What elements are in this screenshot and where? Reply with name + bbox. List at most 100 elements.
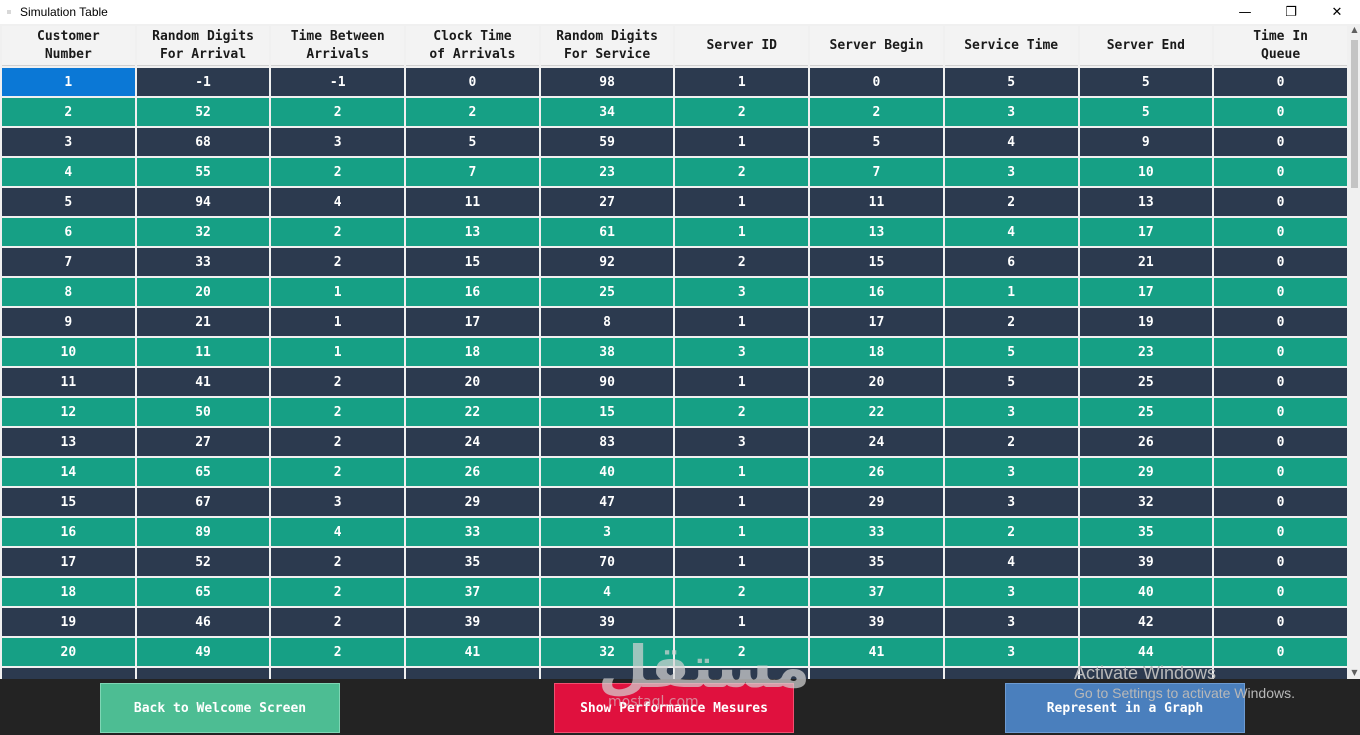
table-row[interactable]: 12 50 2 22 15 2 22 3 25 0 (2, 398, 1347, 426)
table-cell[interactable]: 11 (810, 188, 943, 216)
table-cell[interactable]: 44 (1079, 638, 1213, 666)
table-cell[interactable] (406, 668, 539, 679)
table-cell[interactable]: 16 (2, 518, 135, 546)
table-cell[interactable]: 1 (675, 368, 809, 396)
table-cell[interactable]: 2 (271, 368, 405, 396)
table-row[interactable]: 14 65 2 26 40 1 26 3 29 0 (2, 458, 1347, 486)
column-header[interactable]: Random Digits For Arrival (136, 26, 270, 66)
table-cell[interactable]: 2 (271, 98, 405, 126)
table-cell[interactable]: 2 (675, 398, 809, 426)
table-cell[interactable]: 5 (944, 338, 1078, 366)
table-cell[interactable]: 13 (2, 428, 135, 456)
table-cell[interactable]: 2 (944, 308, 1078, 336)
table-cell[interactable]: 9 (2, 308, 135, 336)
table-cell[interactable]: 17 (1079, 218, 1213, 246)
table-row[interactable]: 2 52 2 2 34 2 2 3 5 0 (2, 98, 1347, 126)
table-cell[interactable]: 1 (675, 188, 809, 216)
represent-graph-button[interactable]: Represent in a Graph (1005, 683, 1245, 733)
table-cell[interactable]: 1 (944, 278, 1078, 306)
table-cell[interactable]: 0 (1214, 548, 1347, 576)
table-cell[interactable]: 0 (1214, 308, 1347, 336)
table-cell[interactable]: 7 (810, 158, 943, 186)
table-row[interactable]: 9 21 1 17 8 1 17 2 19 0 (2, 308, 1347, 336)
table-cell[interactable]: 8 (540, 308, 674, 336)
table-cell[interactable] (810, 668, 943, 679)
table-cell[interactable]: 2 (675, 158, 809, 186)
table-cell[interactable]: 1 (675, 218, 809, 246)
table-cell[interactable]: 4 (944, 218, 1078, 246)
table-cell[interactable]: 3 (944, 578, 1078, 606)
table-cell[interactable]: 25 (1079, 368, 1213, 396)
table-cell[interactable]: 2 (271, 578, 405, 606)
table-cell[interactable] (1079, 668, 1213, 679)
table-cell[interactable]: 3 (944, 158, 1078, 186)
table-cell[interactable]: 0 (406, 68, 539, 96)
table-row[interactable]: 18 65 2 37 4 2 37 3 40 0 (2, 578, 1347, 606)
minimize-button[interactable]: — (1222, 0, 1268, 24)
table-cell[interactable]: 2 (271, 218, 405, 246)
table-cell[interactable]: 1 (675, 608, 809, 636)
table-cell[interactable]: 0 (1214, 638, 1347, 666)
table-cell[interactable]: 5 (1079, 68, 1213, 96)
table-cell[interactable]: 24 (406, 428, 539, 456)
table-row[interactable]: 19 46 2 39 39 1 39 3 42 0 (2, 608, 1347, 636)
table-cell[interactable]: 3 (675, 338, 809, 366)
table-cell[interactable]: 0 (1214, 488, 1347, 516)
table-cell[interactable]: 3 (2, 128, 135, 156)
table-cell[interactable]: 61 (540, 218, 674, 246)
table-cell[interactable]: 2 (271, 608, 405, 636)
table-cell[interactable]: 0 (1214, 278, 1347, 306)
column-header[interactable]: Clock Time of Arrivals (406, 26, 539, 66)
table-cell[interactable]: 34 (540, 98, 674, 126)
table-cell[interactable]: 13 (810, 218, 943, 246)
table-cell[interactable]: 1 (271, 278, 405, 306)
table-row[interactable]: 4 55 2 7 23 2 7 3 10 0 (2, 158, 1347, 186)
table-cell[interactable]: 40 (540, 458, 674, 486)
table-cell[interactable]: 0 (810, 68, 943, 96)
table-cell[interactable]: 1 (675, 488, 809, 516)
scroll-thumb[interactable] (1351, 40, 1358, 188)
table-cell[interactable]: 2 (406, 98, 539, 126)
show-performance-button[interactable]: Show Performance Mesures (554, 683, 794, 733)
table-cell[interactable]: 1 (271, 338, 405, 366)
simulation-grid[interactable]: Customer Number Random Digits For Arrival Ti… (0, 24, 1360, 679)
table-cell[interactable]: 90 (540, 368, 674, 396)
column-header[interactable]: Server Begin (810, 26, 943, 66)
table-cell[interactable]: 5 (1079, 98, 1213, 126)
table-cell[interactable]: 27 (136, 428, 270, 456)
table-cell[interactable]: 0 (1214, 218, 1347, 246)
table-cell[interactable]: -1 (136, 68, 270, 96)
table-cell[interactable]: 3 (944, 398, 1078, 426)
table-row[interactable]: 15 67 3 29 47 1 29 3 32 0 (2, 488, 1347, 516)
table-cell[interactable]: 3 (271, 128, 405, 156)
table-cell[interactable]: 0 (1214, 248, 1347, 276)
column-header[interactable]: Customer Number (2, 26, 135, 66)
table-cell[interactable]: 1 (675, 128, 809, 156)
table-cell[interactable]: 16 (406, 278, 539, 306)
table-cell[interactable]: 3 (944, 458, 1078, 486)
table-cell[interactable]: 3 (540, 518, 674, 546)
table-cell[interactable]: 27 (540, 188, 674, 216)
table-cell[interactable]: 5 (2, 188, 135, 216)
table-cell[interactable]: 52 (136, 98, 270, 126)
table-cell[interactable]: 17 (810, 308, 943, 336)
table-cell[interactable]: 41 (406, 638, 539, 666)
table-cell[interactable]: 0 (1214, 518, 1347, 546)
table-cell[interactable]: 35 (406, 548, 539, 576)
table-cell[interactable]: 49 (136, 638, 270, 666)
table-cell[interactable]: 23 (1079, 338, 1213, 366)
table-cell[interactable]: 33 (810, 518, 943, 546)
table-row[interactable]: 11 41 2 20 90 1 20 5 25 0 (2, 368, 1347, 396)
table-cell[interactable]: 94 (136, 188, 270, 216)
table-cell[interactable]: 25 (1079, 398, 1213, 426)
table-cell[interactable]: 4 (944, 128, 1078, 156)
table-cell[interactable]: 7 (406, 158, 539, 186)
table-cell[interactable]: 15 (406, 248, 539, 276)
table-cell[interactable]: 3 (271, 488, 405, 516)
table-cell[interactable]: 55 (136, 158, 270, 186)
table-cell[interactable]: 18 (810, 338, 943, 366)
table-cell[interactable]: 46 (136, 608, 270, 636)
table-cell[interactable]: 9 (1079, 128, 1213, 156)
table-cell[interactable]: 26 (810, 458, 943, 486)
table-cell[interactable]: 13 (406, 218, 539, 246)
